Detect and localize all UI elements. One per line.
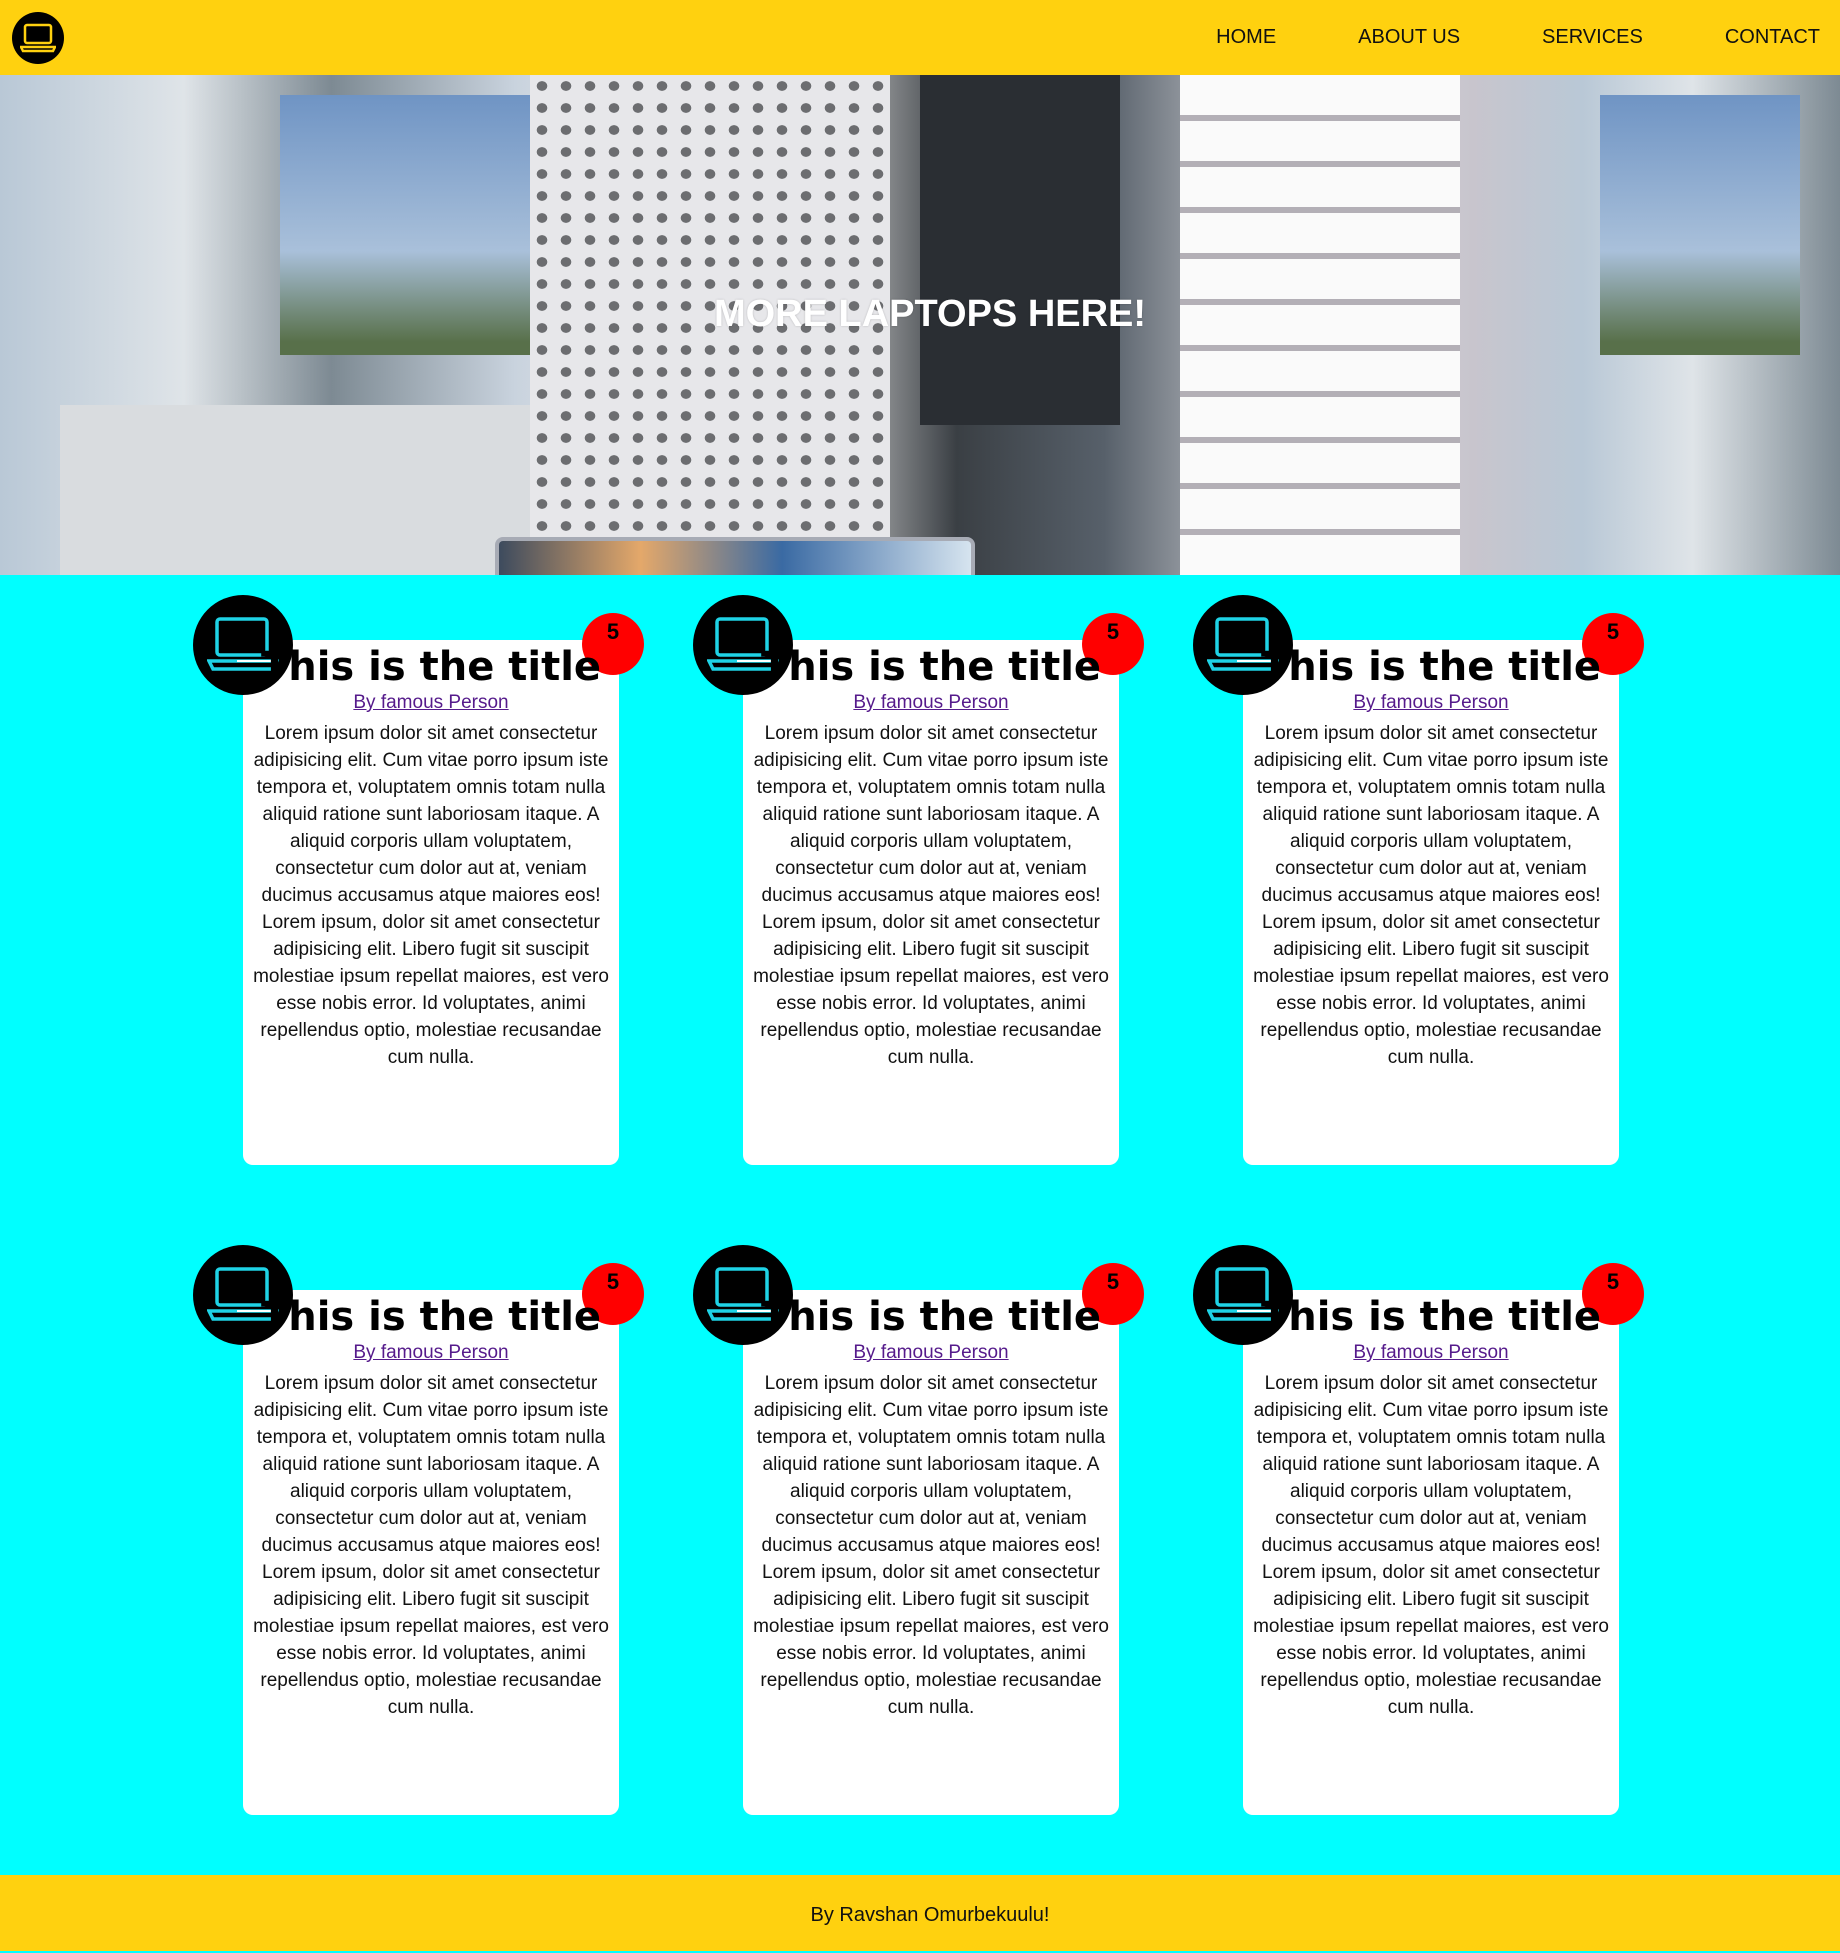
nav-link-services[interactable]: SERVICES xyxy=(1542,26,1643,49)
hero-banner: MORE LAPTOPS HERE! xyxy=(0,75,1840,575)
card: 5 This is the title By famous Person Lor… xyxy=(193,1245,644,1815)
card-author-link[interactable]: By famous Person xyxy=(743,1342,1119,1364)
laptop-icon xyxy=(20,23,56,53)
card: 5 This is the title By famous Person Lor… xyxy=(1193,1245,1644,1815)
card-author-link[interactable]: By famous Person xyxy=(1243,1342,1619,1364)
nav-link-contact[interactable]: CONTACT xyxy=(1725,26,1820,49)
card: 5 This is the title By famous Person Lor… xyxy=(1193,595,1644,1165)
hero-photo-wall xyxy=(60,405,530,575)
card-body: Lorem ipsum dolor sit amet consectetur a… xyxy=(753,1373,1109,1718)
card-author-link[interactable]: By famous Person xyxy=(243,1342,619,1364)
nav-link-home[interactable]: HOME xyxy=(1216,26,1276,49)
card-author-link[interactable]: By famous Person xyxy=(743,692,1119,714)
card-title: This is the title xyxy=(260,1294,602,1340)
logo[interactable] xyxy=(12,12,64,64)
card-body: Lorem ipsum dolor sit amet consectetur a… xyxy=(253,1373,609,1718)
card-body: Lorem ipsum dolor sit amet consectetur a… xyxy=(753,723,1109,1068)
hero-photo-doorway xyxy=(920,75,1120,425)
footer-credit: By Ravshan Omurbekuulu! xyxy=(810,1904,1050,1926)
nav-link-about-us[interactable]: ABOUT US xyxy=(1358,26,1460,49)
footer: By Ravshan Omurbekuulu! xyxy=(0,1875,1840,1951)
card-author-link[interactable]: By famous Person xyxy=(243,692,619,714)
hero-photo-laptop xyxy=(495,537,975,575)
card-title: This is the title xyxy=(1260,644,1602,690)
card-title: This is the title xyxy=(760,644,1102,690)
card-title: This is the title xyxy=(760,1294,1102,1340)
card-title: This is the title xyxy=(260,644,602,690)
card-body: Lorem ipsum dolor sit amet consectetur a… xyxy=(1253,1373,1609,1718)
card: 5 This is the title By famous Person Lor… xyxy=(193,595,644,1165)
top-navbar: HOME ABOUT US SERVICES CONTACT xyxy=(0,0,1840,75)
card: 5 This is the title By famous Person Lor… xyxy=(693,595,1144,1165)
card-body: Lorem ipsum dolor sit amet consectetur a… xyxy=(1253,723,1609,1068)
card-author-link[interactable]: By famous Person xyxy=(1243,692,1619,714)
main-nav: HOME ABOUT US SERVICES CONTACT xyxy=(1134,0,1820,75)
hero-title: MORE LAPTOPS HERE! xyxy=(713,293,1147,335)
card: 5 This is the title By famous Person Lor… xyxy=(693,1245,1144,1815)
card-body: Lorem ipsum dolor sit amet consectetur a… xyxy=(253,723,609,1068)
card-title: This is the title xyxy=(1260,1294,1602,1340)
